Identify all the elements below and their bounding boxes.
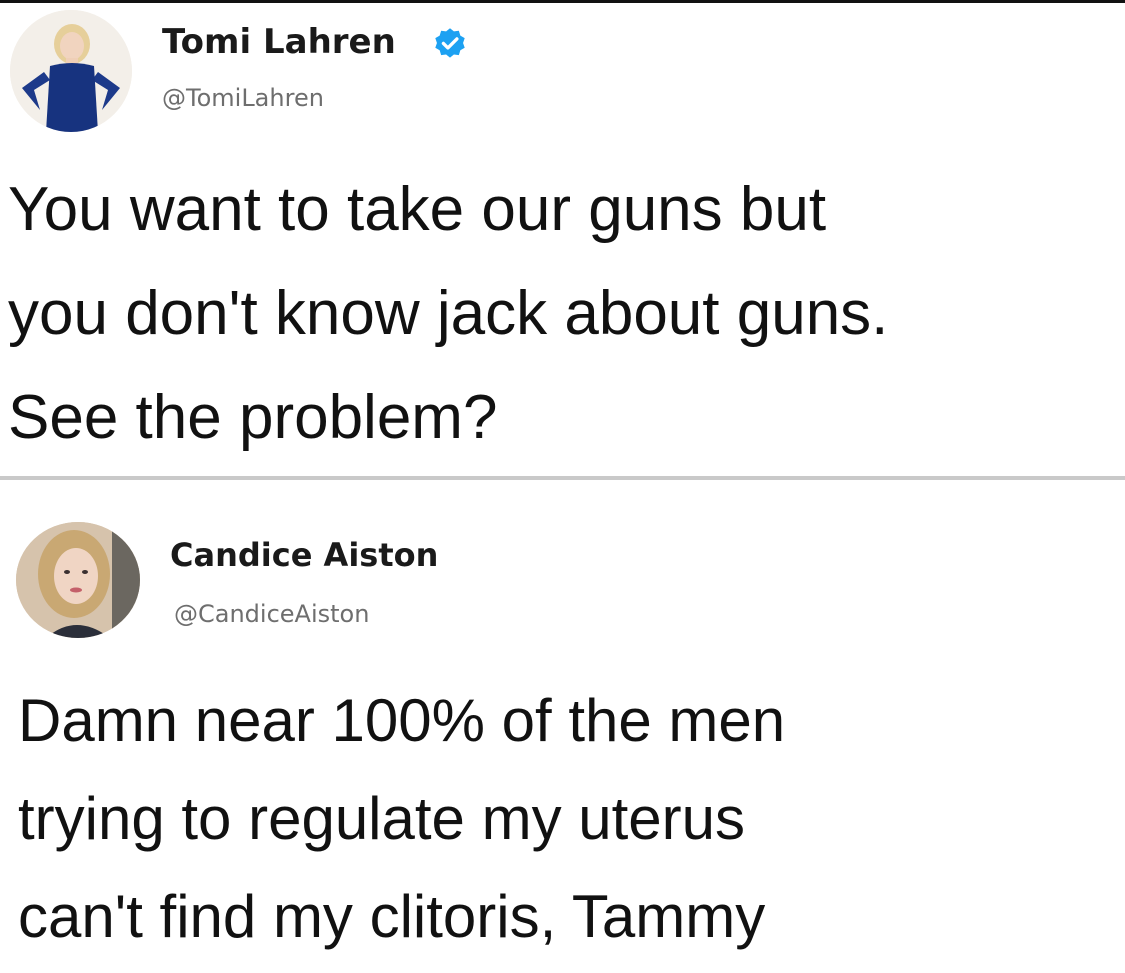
verified-badge-icon bbox=[435, 28, 465, 58]
tweet-card-tomi: Tomi Lahren @TomiLahren You want to take… bbox=[0, 0, 1125, 478]
tweet-text: Damn near 100% of the men trying to regu… bbox=[18, 687, 786, 950]
display-name[interactable]: Tomi Lahren bbox=[162, 22, 396, 62]
user-handle[interactable]: @TomiLahren bbox=[162, 84, 324, 112]
tweet-text: You want to take our guns but you don't … bbox=[8, 175, 889, 452]
avatar-candice-image bbox=[16, 522, 140, 638]
avatar[interactable] bbox=[16, 522, 140, 638]
avatar[interactable] bbox=[10, 10, 132, 132]
avatar-tomi-image bbox=[10, 10, 132, 132]
display-name[interactable]: Candice Aiston bbox=[170, 536, 438, 574]
user-handle[interactable]: @CandiceAiston bbox=[174, 600, 369, 628]
divider bbox=[0, 476, 1125, 480]
tweet-card-candice: Candice Aiston @CandiceAiston Damn near … bbox=[0, 482, 1125, 973]
